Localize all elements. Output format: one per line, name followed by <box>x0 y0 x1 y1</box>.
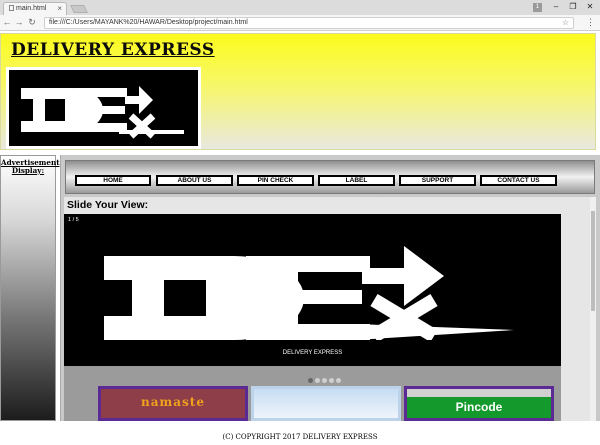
slider-dot[interactable] <box>336 378 341 383</box>
slider-dot[interactable] <box>308 378 313 383</box>
thumbnail-pincode[interactable]: Pincode <box>404 386 554 421</box>
minimize-icon[interactable]: – <box>549 2 563 11</box>
document-icon <box>9 5 14 11</box>
new-tab-button[interactable] <box>70 5 88 13</box>
browser-tab[interactable]: main.html × <box>3 2 67 15</box>
site-logo <box>6 67 201 149</box>
image-slider[interactable]: 1 / 5 DELIVERY EXPRESS <box>64 214 561 366</box>
slider-dot[interactable] <box>329 378 334 383</box>
thumbnail-pincode-text: Pincode <box>455 400 503 414</box>
address-bar[interactable]: file:///C:/Users/MAYANK%20/HAWAR/Desktop… <box>44 17 574 29</box>
site-brand: DELIVERY EXPRESS <box>11 40 215 60</box>
slideshow-section: Slide Your View: 1 / 5 DELIVERY EXPRESS <box>64 197 596 421</box>
nav-pin-check[interactable]: PIN CHECK <box>237 175 314 186</box>
browser-toolbar: ← → ↻ file:///C:/Users/MAYANK%20/HAWAR/D… <box>0 15 600 31</box>
slideshow-heading: Slide Your View: <box>67 199 149 211</box>
nav-support[interactable]: SUPPORT <box>399 175 476 186</box>
dex-logo-icon <box>21 86 184 139</box>
profile-icon[interactable]: 1 <box>533 3 542 12</box>
slide-counter: 1 / 5 <box>68 217 79 223</box>
scrollbar-thumb[interactable] <box>591 211 595 311</box>
reload-icon[interactable]: ↻ <box>27 17 37 28</box>
slider-dot[interactable] <box>315 378 320 383</box>
site-header: DELIVERY EXPRESS <box>0 33 596 150</box>
main-navbar: HOME ABOUT US PIN CHECK LABEL SUPPORT CO… <box>65 160 595 194</box>
nav-about-us[interactable]: ABOUT US <box>156 175 233 186</box>
forward-icon[interactable]: → <box>14 17 24 27</box>
nav-home[interactable]: HOME <box>75 175 151 186</box>
browser-tabstrip: main.html × 1 – ❐ ✕ <box>0 0 600 15</box>
address-text: file:///C:/Users/MAYANK%20/HAWAR/Desktop… <box>49 19 248 26</box>
close-tab-icon[interactable]: × <box>57 4 62 13</box>
tab-title: main.html <box>16 5 47 12</box>
thumbnail-sky[interactable] <box>251 386 401 421</box>
content-area: HOME ABOUT US PIN CHECK LABEL SUPPORT CO… <box>60 155 600 421</box>
thumbnail-namaste-text: namaste <box>141 395 205 409</box>
close-window-icon[interactable]: ✕ <box>583 2 597 11</box>
restore-icon[interactable]: ❐ <box>566 2 580 11</box>
nav-contact-us[interactable]: CONTACT US <box>480 175 557 186</box>
site-footer: (C) COPYRIGHT 2017 DELIVERY EXPRESS <box>222 433 378 441</box>
slider-dot[interactable] <box>322 378 327 383</box>
thumbnail-namaste[interactable]: namaste <box>98 386 248 421</box>
bookmark-star-icon[interactable]: ☆ <box>562 18 569 27</box>
dex-slide-logo-icon <box>104 246 514 340</box>
advertisement-sidebar: Advertisement Display: <box>0 155 60 421</box>
advertisement-title: Advertisement Display: <box>1 158 60 175</box>
slide-caption: DELIVERY EXPRESS <box>282 350 343 356</box>
web-page: DELIVERY EXPRESS Advertisement Display: <box>0 31 600 445</box>
back-icon[interactable]: ← <box>2 17 12 27</box>
nav-label[interactable]: LABEL <box>318 175 395 186</box>
browser-menu-icon[interactable]: ⋮ <box>586 17 595 28</box>
vertical-scrollbar[interactable] <box>590 197 596 421</box>
